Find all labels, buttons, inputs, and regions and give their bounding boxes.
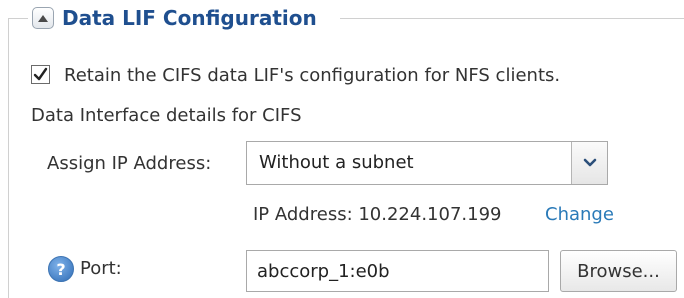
checkmark-icon	[33, 67, 48, 81]
help-icon[interactable]: ?	[48, 256, 74, 282]
ip-address-readout: IP Address: 10.224.107.199	[253, 204, 502, 225]
change-link[interactable]: Change	[545, 204, 614, 225]
browse-button[interactable]: Browse...	[560, 250, 677, 292]
port-input[interactable]	[246, 250, 549, 292]
fieldset-border-left	[8, 18, 9, 298]
port-label: Port:	[80, 258, 122, 279]
retain-config-checkbox[interactable]	[31, 65, 50, 84]
assign-ip-select[interactable]: Without a subnet	[246, 141, 608, 185]
assign-ip-selected-value: Without a subnet	[259, 152, 414, 173]
collapse-button[interactable]	[32, 7, 54, 29]
details-heading: Data Interface details for CIFS	[31, 105, 302, 126]
dropdown-button[interactable]	[571, 142, 607, 184]
retain-config-label: Retain the CIFS data LIF's configuration…	[64, 65, 561, 86]
fieldset-border-top-right	[340, 18, 684, 19]
triangle-up-icon	[38, 14, 48, 22]
section-title: Data LIF Configuration	[62, 6, 317, 30]
chevron-down-icon	[583, 158, 596, 167]
section-legend: Data LIF Configuration	[28, 2, 323, 34]
assign-ip-label: Assign IP Address:	[47, 153, 212, 174]
